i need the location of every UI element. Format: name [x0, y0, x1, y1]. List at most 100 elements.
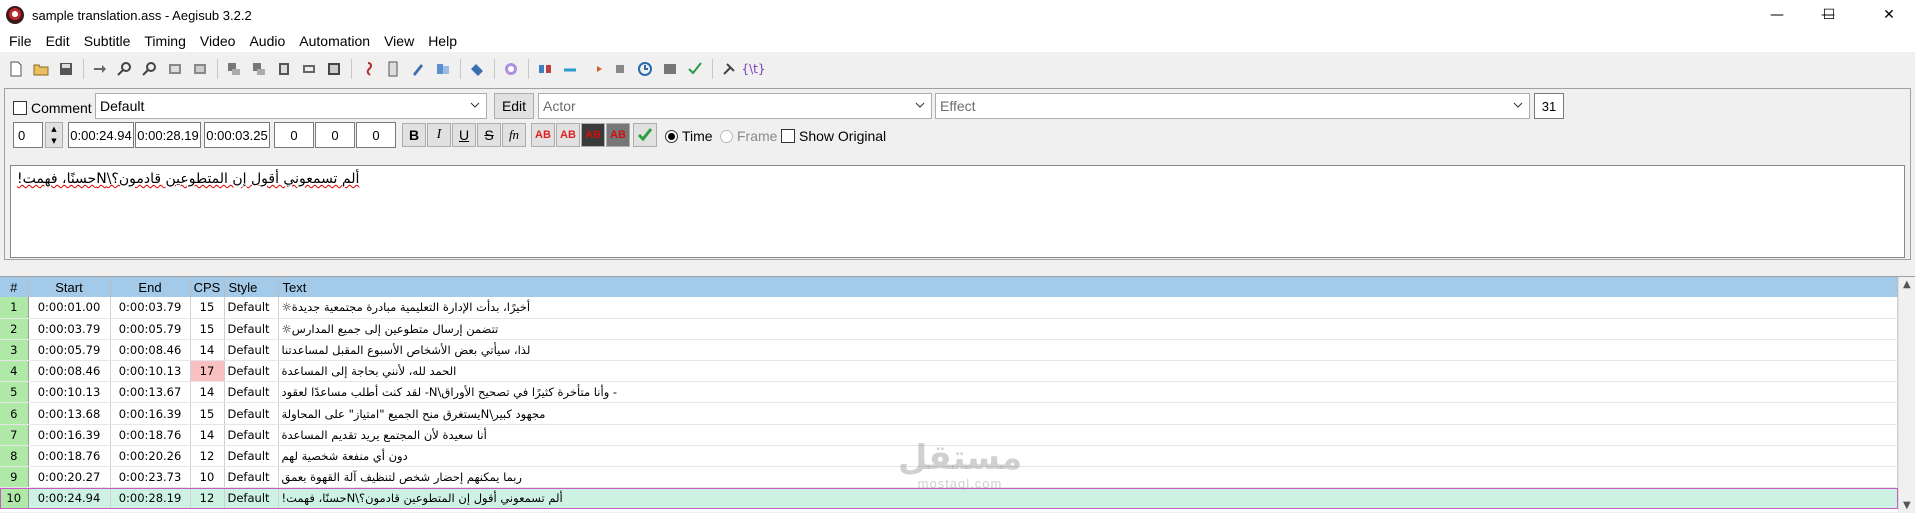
menu-timing[interactable]: Timing [137, 30, 193, 52]
commit-checkmark-icon[interactable] [633, 123, 657, 147]
zoom-out-icon[interactable] [138, 58, 161, 80]
options-tools-icon[interactable] [717, 58, 740, 80]
col-header-text[interactable]: Text [278, 277, 1898, 297]
close-button[interactable]: ✕ [1866, 0, 1912, 30]
menu-automation[interactable]: Automation [292, 30, 377, 52]
layer-spin-button[interactable]: ▲ ▼ [45, 122, 63, 148]
styles-manager-icon[interactable] [222, 58, 245, 80]
spell-check-icon[interactable] [356, 58, 379, 80]
save-icon[interactable] [54, 58, 77, 80]
effect-select[interactable]: Effect [935, 93, 1530, 119]
row-text: الحمد لله، لأنني بحاجة إلى المساعدة [278, 360, 1898, 383]
col-header-start[interactable]: Start [28, 277, 111, 297]
row-text: - وأنا متأخرة كثيرًا في تصحيح الأوراق\N-… [278, 381, 1898, 404]
properties-icon[interactable] [247, 58, 270, 80]
translation-assistant-icon[interactable] [406, 58, 429, 80]
resample-icon[interactable] [322, 58, 345, 80]
row-style: Default [224, 381, 279, 404]
italic-button[interactable]: I [427, 123, 451, 147]
checkmark-pen-icon[interactable] [683, 58, 706, 80]
menu-subtitle[interactable]: Subtitle [77, 30, 138, 52]
menu-edit[interactable]: Edit [39, 30, 77, 52]
attachments-icon[interactable] [272, 58, 295, 80]
table-row[interactable]: 8 0:00:18.76 0:00:20.26 12 Default دون أ… [0, 445, 1898, 468]
zoom-in-icon[interactable] [113, 58, 136, 80]
row-end: 0:00:13.67 [110, 381, 191, 404]
table-row[interactable]: 7 0:00:16.39 0:00:18.76 14 Default أنا س… [0, 424, 1898, 446]
new-file-icon[interactable] [4, 58, 27, 80]
video-timing-icon[interactable] [658, 58, 681, 80]
video-details-icon[interactable] [188, 58, 211, 80]
menu-video[interactable]: Video [193, 30, 243, 52]
video-zoom-icon[interactable] [163, 58, 186, 80]
font-button[interactable]: fn [502, 123, 526, 147]
style-select[interactable]: Default [95, 93, 487, 119]
layer-input[interactable]: 0 [13, 122, 43, 148]
shadow-color-button[interactable]: AB [606, 123, 630, 147]
menu-audio[interactable]: Audio [242, 30, 292, 52]
snap-end-icon[interactable] [583, 58, 606, 80]
time-radio[interactable] [665, 129, 678, 143]
chevron-down-icon [915, 102, 925, 108]
select-lines-icon[interactable] [465, 58, 488, 80]
primary-color-button[interactable]: AB [531, 123, 555, 147]
margin-right-input[interactable]: 0 [315, 122, 355, 148]
grid-header: # Start End CPS Style Text [0, 277, 1898, 297]
margin-left-input[interactable]: 0 [274, 122, 314, 148]
table-row[interactable]: 9 0:00:20.27 0:00:23.73 10 Default ربما … [0, 466, 1898, 489]
automation-icon[interactable] [499, 58, 522, 80]
kanji-timer-icon[interactable] [431, 58, 454, 80]
actor-select[interactable]: Actor [538, 93, 932, 119]
shift-times-icon[interactable] [533, 58, 556, 80]
table-row[interactable]: 4 0:00:08.46 0:00:10.13 17 Default الحمد… [0, 360, 1898, 383]
snap-scene-icon[interactable] [608, 58, 631, 80]
row-start: 0:00:16.39 [28, 424, 111, 446]
minimize-button[interactable]: — [1754, 0, 1800, 30]
timing-postprocessor-icon[interactable] [381, 58, 404, 80]
comment-checkbox[interactable] [13, 101, 27, 115]
row-number: 4 [0, 360, 29, 383]
open-folder-icon[interactable] [29, 58, 52, 80]
col-header-cps[interactable]: CPS [190, 277, 225, 297]
show-original-checkbox[interactable] [781, 129, 795, 143]
table-row[interactable]: 1 0:00:01.00 0:00:03.79 15 Default أخيرً… [0, 297, 1898, 319]
table-row-active[interactable]: 10 0:00:24.94 0:00:28.19 12 Default ألم … [0, 487, 1898, 510]
col-header-end[interactable]: End [110, 277, 191, 297]
row-number: 10 [0, 487, 29, 510]
table-row[interactable]: 5 0:00:10.13 0:00:13.67 14 Default - وأن… [0, 381, 1898, 404]
start-time-input[interactable]: 0:00:24.94 [68, 122, 134, 148]
window-title: sample translation.ass - Aegisub 3.2.2 [32, 7, 252, 23]
edit-style-button[interactable]: Edit [494, 93, 534, 119]
bold-button[interactable]: B [402, 123, 426, 147]
frame-radio[interactable] [720, 129, 733, 143]
end-time-input[interactable]: 0:00:28.19 [135, 122, 201, 148]
outline-color-button[interactable]: AB [581, 123, 605, 147]
row-end: 0:00:28.19 [110, 487, 191, 510]
menu-help[interactable]: Help [421, 30, 464, 52]
table-row[interactable]: 6 0:00:13.68 0:00:16.39 15 Default مجهود… [0, 402, 1898, 425]
clock-icon[interactable] [633, 58, 656, 80]
underline-button[interactable]: U [452, 123, 476, 147]
row-cps: 14 [190, 381, 225, 404]
grid-vertical-scrollbar[interactable]: ▲ ▼ [1898, 277, 1915, 513]
maximize-button[interactable]: ☐ [1806, 0, 1852, 30]
table-row[interactable]: 2 0:00:03.79 0:00:05.79 15 Default تتضمن… [0, 318, 1898, 340]
toggle-tags-icon[interactable]: {\t} [741, 58, 765, 80]
chevron-down-icon [1513, 102, 1523, 108]
subtitle-text-editor[interactable]: ألم تسمعوني أقول إن المتطوعين قادمون؟\Nح… [10, 165, 1905, 258]
menu-view[interactable]: View [377, 30, 421, 52]
secondary-color-button[interactable]: AB [556, 123, 580, 147]
fonts-collector-icon[interactable] [297, 58, 320, 80]
snap-start-icon[interactable] [558, 58, 581, 80]
row-start: 0:00:05.79 [28, 339, 111, 362]
scroll-down-icon[interactable]: ▼ [1903, 500, 1911, 511]
scroll-up-icon[interactable]: ▲ [1903, 279, 1911, 290]
margin-vertical-input[interactable]: 0 [356, 122, 396, 148]
col-header-style[interactable]: Style [224, 277, 279, 297]
duration-input[interactable]: 0:00:03.25 [204, 122, 270, 148]
jump-to-icon[interactable] [88, 58, 111, 80]
menu-file[interactable]: File [0, 30, 39, 52]
table-row[interactable]: 3 0:00:05.79 0:00:08.46 14 Default لذا، … [0, 339, 1898, 362]
col-header-number[interactable]: # [0, 277, 29, 297]
strikeout-button[interactable]: S [477, 123, 501, 147]
